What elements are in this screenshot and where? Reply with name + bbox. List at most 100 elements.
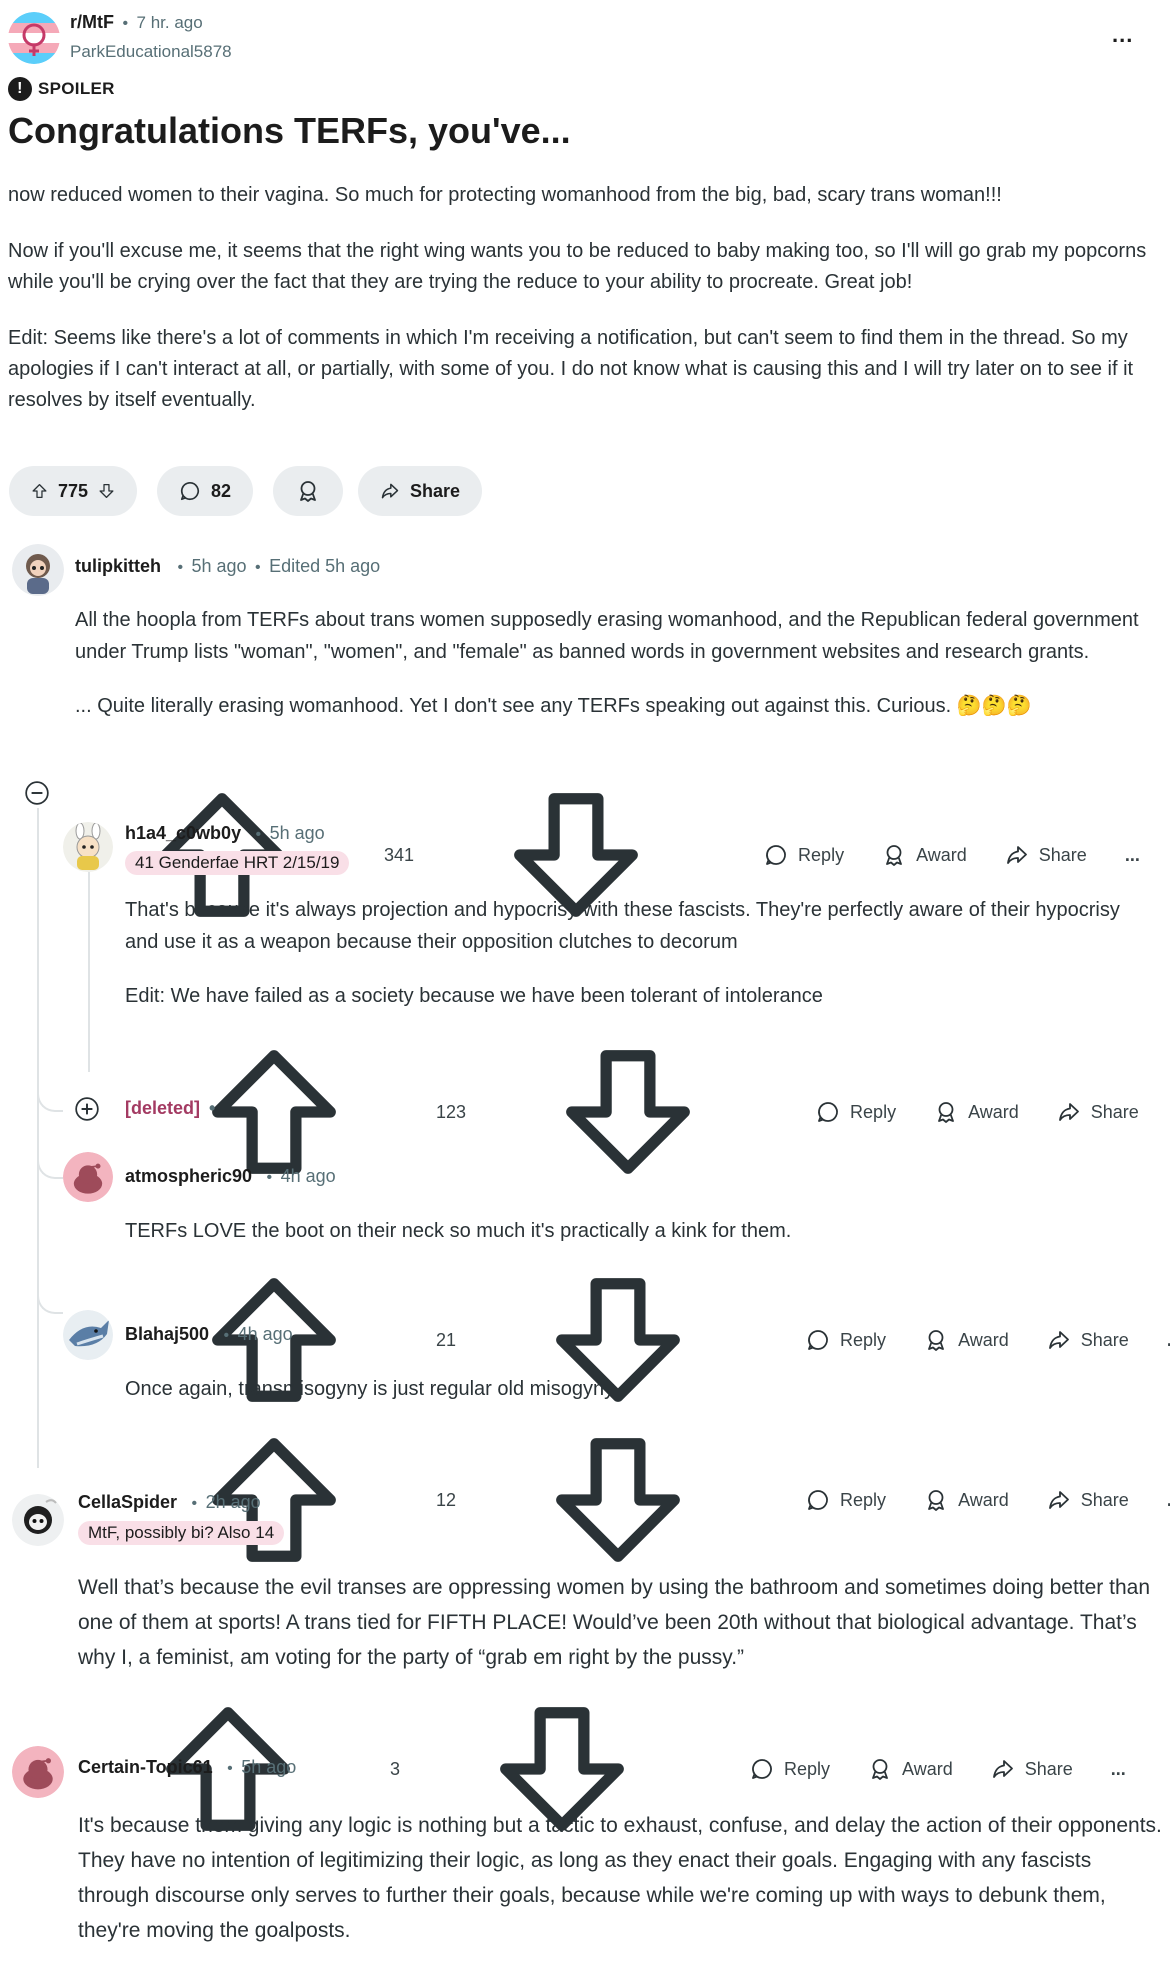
comment-actions: 12 Reply Award Share ... xyxy=(124,1425,1170,1575)
share-label: Share xyxy=(1024,1758,1073,1779)
avatar[interactable] xyxy=(12,1746,64,1798)
post-body: now reduced women to their vagina. So mu… xyxy=(8,180,1158,441)
award-label: Award xyxy=(958,1329,1009,1350)
more-options-icon[interactable]: ... xyxy=(1125,845,1140,866)
post-score: 775 xyxy=(57,480,89,501)
share-button[interactable]: Share xyxy=(991,1757,1073,1781)
award-button[interactable]: Award xyxy=(868,1757,953,1781)
share-button[interactable]: Share xyxy=(1047,1328,1129,1352)
share-icon xyxy=(380,479,400,503)
comment-author[interactable]: Certain-Topic61 xyxy=(78,1757,213,1777)
comment-paragraph: Once again, transmisogyny is just regula… xyxy=(125,1378,619,1400)
vote-count: 12 xyxy=(436,1489,457,1510)
downvote-icon[interactable] xyxy=(468,1425,768,1575)
user-avatar-icon xyxy=(12,1494,64,1546)
share-label: Share xyxy=(1038,844,1087,865)
share-button[interactable]: Share xyxy=(1005,843,1087,867)
award-label: Award xyxy=(916,844,967,865)
comment-paragraph: ... Quite literally erasing womanhood. Y… xyxy=(75,695,1032,717)
award-button[interactable] xyxy=(273,466,343,516)
thread-line xyxy=(37,808,39,1468)
avatar[interactable] xyxy=(63,822,113,872)
expand-icon[interactable] xyxy=(74,1096,100,1122)
meta-separator: • xyxy=(266,1169,273,1186)
share-button[interactable]: Share xyxy=(1057,1100,1139,1124)
reply-icon xyxy=(764,843,788,867)
comment-paragraph: All the hoopla from TERFs about trans wo… xyxy=(75,609,1139,663)
avatar[interactable] xyxy=(12,544,64,596)
comment-paragraph: TERFs LOVE the boot on their neck so muc… xyxy=(125,1220,792,1242)
comment-author[interactable]: Blahaj500 xyxy=(125,1324,209,1344)
user-avatar-icon xyxy=(63,1310,113,1360)
share-button[interactable]: Share xyxy=(358,466,482,516)
award-icon xyxy=(868,1757,892,1781)
meta-separator: • xyxy=(122,15,129,32)
post-title[interactable]: Congratulations TERFs, you've... xyxy=(8,110,571,152)
share-icon xyxy=(1047,1328,1071,1352)
comment-body: It's because them giving any logic is no… xyxy=(78,1808,1163,1970)
meta-separator: • xyxy=(255,559,261,576)
vote-count: 3 xyxy=(390,1758,401,1779)
award-icon xyxy=(882,843,906,867)
award-button[interactable]: Award xyxy=(934,1100,1019,1124)
comment-time: 5h ago xyxy=(241,1757,297,1777)
post-vote-pill: 775 xyxy=(9,466,137,516)
more-options-icon[interactable]: ... xyxy=(1111,1759,1126,1780)
post-author[interactable]: ParkEducational5878 xyxy=(70,42,232,62)
subreddit-avatar[interactable] xyxy=(8,12,60,64)
share-icon xyxy=(991,1757,1015,1781)
reply-button[interactable]: Reply xyxy=(806,1328,886,1352)
avatar[interactable] xyxy=(63,1152,113,1202)
reply-label: Reply xyxy=(784,1758,831,1779)
comment-body: All the hoopla from TERFs about trans wo… xyxy=(75,604,1155,744)
trans-flag-icon xyxy=(8,12,60,64)
more-options-icon[interactable]: ... xyxy=(1112,22,1133,48)
award-icon xyxy=(934,1100,958,1124)
upvote-icon[interactable] xyxy=(31,479,48,503)
comment-author[interactable]: CellaSpider xyxy=(78,1492,177,1512)
reply-label: Reply xyxy=(850,1101,897,1122)
award-button[interactable]: Award xyxy=(924,1328,1009,1352)
comment-time: 4h ago xyxy=(237,1324,293,1344)
share-button[interactable]: Share xyxy=(1047,1488,1129,1512)
award-icon xyxy=(924,1328,948,1352)
comment-author[interactable]: atmospheric90 xyxy=(125,1166,252,1186)
user-flair: MtF, possibly bi? Also 14 xyxy=(78,1521,285,1545)
user-avatar-icon xyxy=(63,822,113,872)
reply-button[interactable]: Reply xyxy=(816,1100,896,1124)
edited-label: Edited 5h ago xyxy=(269,556,381,576)
vote-group: 123 xyxy=(124,1037,778,1187)
vote-count: 341 xyxy=(384,844,415,865)
reply-label: Reply xyxy=(840,1329,887,1350)
reply-button[interactable]: Reply xyxy=(806,1488,886,1512)
post-paragraph: Edit: Seems like there's a lot of commen… xyxy=(8,327,1134,411)
award-button[interactable]: Award xyxy=(882,843,967,867)
share-icon xyxy=(1047,1488,1071,1512)
comment-author[interactable]: h1a4_c0wb0y xyxy=(125,823,241,843)
deleted-comment[interactable]: [deleted] xyxy=(125,1098,200,1118)
comment-body: Well that’s because the evil transes are… xyxy=(78,1570,1158,1697)
award-label: Award xyxy=(902,1758,953,1779)
comment-actions: 123 Reply Award Share ... xyxy=(124,1037,1170,1187)
share-label: Share xyxy=(1080,1329,1129,1350)
downvote-icon[interactable] xyxy=(478,1037,778,1187)
avatar[interactable] xyxy=(63,1310,113,1360)
avatar[interactable] xyxy=(12,1494,64,1546)
spoiler-tag: ! SPOILER xyxy=(8,77,115,101)
comments-button[interactable]: 82 xyxy=(157,466,253,516)
vote-count: 21 xyxy=(436,1329,457,1350)
collapse-icon[interactable] xyxy=(24,780,50,806)
comment-body: That's because it's always projection an… xyxy=(125,894,1155,1034)
award-button[interactable]: Award xyxy=(924,1488,1009,1512)
comment-author[interactable]: tulipkitteh xyxy=(75,556,161,576)
comment-body: TERFs LOVE the boot on their neck so muc… xyxy=(125,1215,1155,1269)
comment-paragraph: Well that’s because the evil transes are… xyxy=(78,1576,1151,1669)
share-label: Share xyxy=(409,480,460,501)
reply-button[interactable]: Reply xyxy=(764,843,844,867)
reply-button[interactable]: Reply xyxy=(750,1757,830,1781)
subreddit-name[interactable]: r/MtF xyxy=(70,12,114,32)
downvote-icon[interactable] xyxy=(98,479,115,503)
comment-time: 2h ago xyxy=(205,1492,261,1512)
reply-icon xyxy=(816,1100,840,1124)
reply-icon xyxy=(750,1757,774,1781)
